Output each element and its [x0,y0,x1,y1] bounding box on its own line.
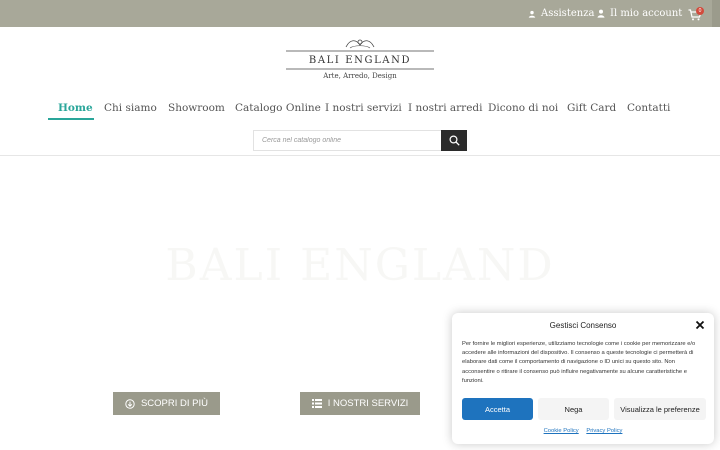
our-services-label: I NOSTRI SERVIZI [327,398,409,409]
our-services-button[interactable]: I NOSTRI SERVIZI [300,392,420,415]
nav-item-chi-siamo[interactable]: Chi siamo [104,102,157,114]
close-icon[interactable] [695,320,705,330]
cart-count-badge: 0 [696,7,704,15]
nav-item-catalogo-online[interactable]: Catalogo Online [235,102,321,114]
assistance-label: Assistenza [541,8,595,19]
brand-name: BALI ENGLAND [308,55,412,66]
arrow-circle-icon [125,398,135,409]
nav-item-dicono-di-noi[interactable]: Dicono di noi [488,102,558,114]
active-nav-indicator [48,118,94,120]
header-divider [0,155,720,156]
nav-item-gift-card[interactable]: Gift Card [567,102,616,114]
hero-title: BALI ENGLAND [165,240,555,291]
account-label: Il mio account [610,8,683,19]
list-icon [311,399,322,408]
user-icon [597,9,605,18]
support-icon [528,10,536,18]
top-utility-bar: Assistenza Il mio account 0 [0,0,720,27]
discover-more-label: SCOPRI DI PIÙ [140,398,209,409]
nav-item-contatti[interactable]: Contatti [627,102,670,114]
assistance-link[interactable]: Assistenza [528,0,594,27]
discover-more-button[interactable]: SCOPRI DI PIÙ [113,392,220,415]
account-link[interactable]: Il mio account [597,0,682,27]
accept-button[interactable]: Accetta [462,398,533,420]
search-icon [448,135,460,146]
cookie-consent-dialog: Gestisci Consenso Per fornire le miglior… [452,313,714,444]
brand-tagline: Arte, Arredo, Design [323,72,397,80]
consent-body-text: Per fornire le migliori esperienze, util… [462,341,696,384]
catalog-search-input[interactable] [253,130,442,151]
nav-item-arredi[interactable]: I nostri arredi [408,102,482,114]
consent-title: Gestisci Consenso [549,321,617,330]
search-button[interactable] [441,130,467,151]
nav-item-showroom[interactable]: Showroom [168,102,225,114]
deny-button[interactable]: Nega [538,398,609,420]
nav-item-home[interactable]: Home [58,102,93,114]
topbar-edge [712,0,720,27]
cookie-policy-link[interactable]: Cookie Policy [544,428,579,434]
view-preferences-button[interactable]: Visualizza le preferenze [614,398,706,420]
consent-policy-links: Cookie Policy Privacy Policy [452,428,714,434]
privacy-policy-link[interactable]: Privacy Policy [586,428,622,434]
nav-item-servizi[interactable]: I nostri servizi [325,102,402,114]
